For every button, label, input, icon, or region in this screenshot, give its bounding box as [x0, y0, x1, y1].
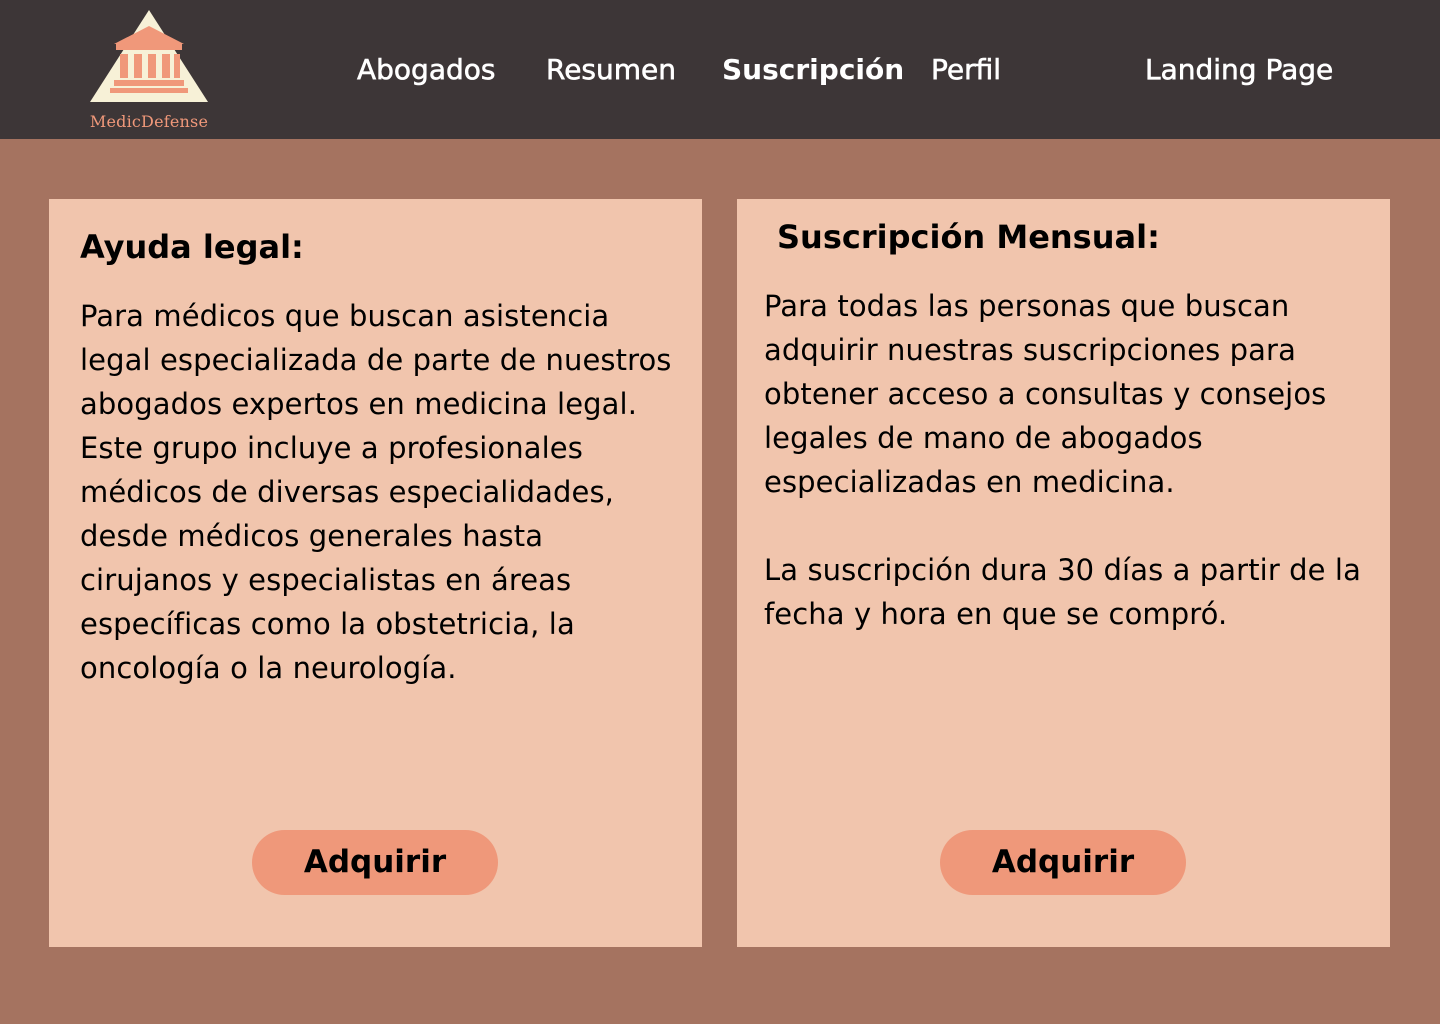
top-nav-bar: MedicDefense Abogados Resumen Suscripció… — [0, 0, 1440, 139]
acquire-subscription-button[interactable]: Adquirir — [940, 830, 1186, 895]
card-title: Suscripción Mensual: — [777, 218, 1160, 256]
nav-item-landing-page[interactable]: Landing Page — [1145, 50, 1334, 90]
nav-item-suscripcion[interactable]: Suscripción — [722, 50, 904, 90]
nav-item-resumen[interactable]: Resumen — [546, 50, 677, 90]
acquire-legal-help-button[interactable]: Adquirir — [252, 830, 498, 895]
card-description: Para todas las personas que buscan adqui… — [764, 284, 1364, 636]
nav-item-abogados[interactable]: Abogados — [357, 50, 496, 90]
courthouse-icon — [90, 10, 208, 102]
brand-logo[interactable]: MedicDefense — [78, 8, 220, 136]
card-description: Para médicos que buscan asistencia legal… — [80, 299, 672, 685]
brand-name: MedicDefense — [89, 112, 209, 131]
nav-item-perfil[interactable]: Perfil — [931, 50, 1002, 90]
monthly-subscription-card: Suscripción Mensual: Para todas las pers… — [737, 199, 1390, 947]
card-title: Ayuda legal: — [80, 228, 304, 266]
card-paragraph: Para todas las personas que buscan adqui… — [764, 289, 1327, 499]
card-paragraph: La suscripción dura 30 días a partir de … — [764, 553, 1361, 631]
legal-help-card: Ayuda legal: Para médicos que buscan asi… — [49, 199, 702, 947]
